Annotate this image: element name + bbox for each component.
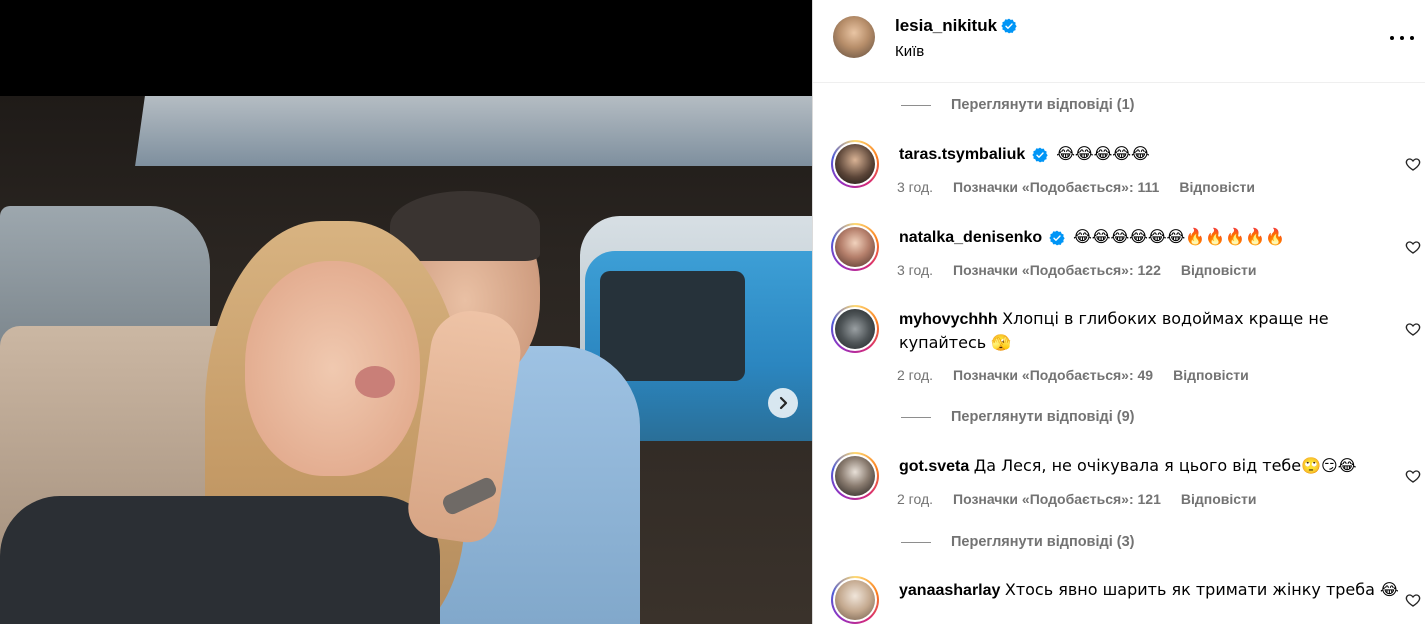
avatar[interactable] [831, 576, 879, 624]
verified-badge-icon [1001, 18, 1017, 34]
post-header: lesia_nikituk Київ [813, 0, 1425, 83]
avatar[interactable] [833, 16, 875, 58]
comment-item: myhovychhh Хлопці в глибоких водоймах кр… [831, 305, 1421, 390]
chevron-right-icon [779, 396, 788, 410]
heart-icon[interactable] [1405, 468, 1421, 484]
comment-time[interactable]: 3 год. [897, 262, 933, 278]
avatar[interactable] [831, 140, 879, 188]
post-username[interactable]: lesia_nikituk [895, 16, 997, 36]
comment-username[interactable]: got.sveta [899, 458, 969, 475]
comment-likes[interactable]: Позначки «Подобається»: 122 [953, 262, 1161, 278]
reply-button[interactable]: Відповісти [1179, 179, 1255, 195]
avatar[interactable] [831, 223, 879, 271]
comment-item: got.sveta Да Леся, не очікувала я цього … [831, 452, 1421, 512]
view-replies-button[interactable]: Переглянути відповіді (9) [901, 409, 1135, 425]
post-media [0, 0, 812, 624]
comment-text: Хтось явно шарить як тримати жінку треба… [1004, 580, 1399, 599]
post-location[interactable]: Київ [895, 43, 924, 60]
more-options-icon[interactable] [1390, 30, 1414, 46]
comment-text: 😂😂😂😂😂😂🔥🔥🔥🔥🔥 [1073, 227, 1285, 246]
post-photo [0, 96, 812, 624]
comment-item: taras.tsymbaliuk 😂😂😂😂😂 3 год. Позначки «… [831, 140, 1421, 200]
comment-time[interactable]: 3 год. [897, 179, 933, 195]
comment-text: Да Леся, не очікувала я цього від тебе🙄😏… [973, 456, 1357, 475]
view-replies-button[interactable]: Переглянути відповіді (1) [901, 97, 1135, 113]
verified-badge-icon [1048, 230, 1065, 246]
heart-icon[interactable] [1405, 321, 1421, 337]
comment-username[interactable]: taras.tsymbaliuk [899, 146, 1025, 163]
comment-username[interactable]: natalka_denisenko [899, 229, 1042, 246]
verified-badge-icon [1032, 147, 1048, 163]
comments-panel: lesia_nikituk Київ Переглянути відповіді… [812, 0, 1425, 624]
reply-button[interactable]: Відповісти [1181, 262, 1257, 278]
heart-icon[interactable] [1405, 239, 1421, 255]
comment-item: natalka_denisenko 😂😂😂😂😂😂🔥🔥🔥🔥🔥 3 год. Поз… [831, 223, 1421, 283]
comment-time[interactable]: 2 год. [897, 367, 933, 383]
comment-likes[interactable]: Позначки «Подобається»: 121 [953, 491, 1161, 507]
reply-button[interactable]: Відповісти [1173, 367, 1249, 383]
comment-likes[interactable]: Позначки «Подобається»: 111 [953, 179, 1159, 195]
comment-item: yanaasharlay Хтось явно шарить як тримат… [831, 576, 1421, 624]
comment-likes[interactable]: Позначки «Подобається»: 49 [953, 367, 1153, 383]
reply-button[interactable]: Відповісти [1181, 491, 1257, 507]
view-replies-button[interactable]: Переглянути відповіді (3) [901, 534, 1135, 550]
comment-text: 😂😂😂😂😂 [1056, 144, 1150, 163]
comment-username[interactable]: yanaasharlay [899, 582, 1000, 599]
next-slide-button[interactable] [768, 388, 798, 418]
avatar[interactable] [831, 452, 879, 500]
heart-icon[interactable] [1405, 592, 1421, 608]
comment-time[interactable]: 2 год. [897, 491, 933, 507]
comment-username[interactable]: myhovychhh [899, 311, 998, 328]
heart-icon[interactable] [1405, 156, 1421, 172]
avatar[interactable] [831, 305, 879, 353]
